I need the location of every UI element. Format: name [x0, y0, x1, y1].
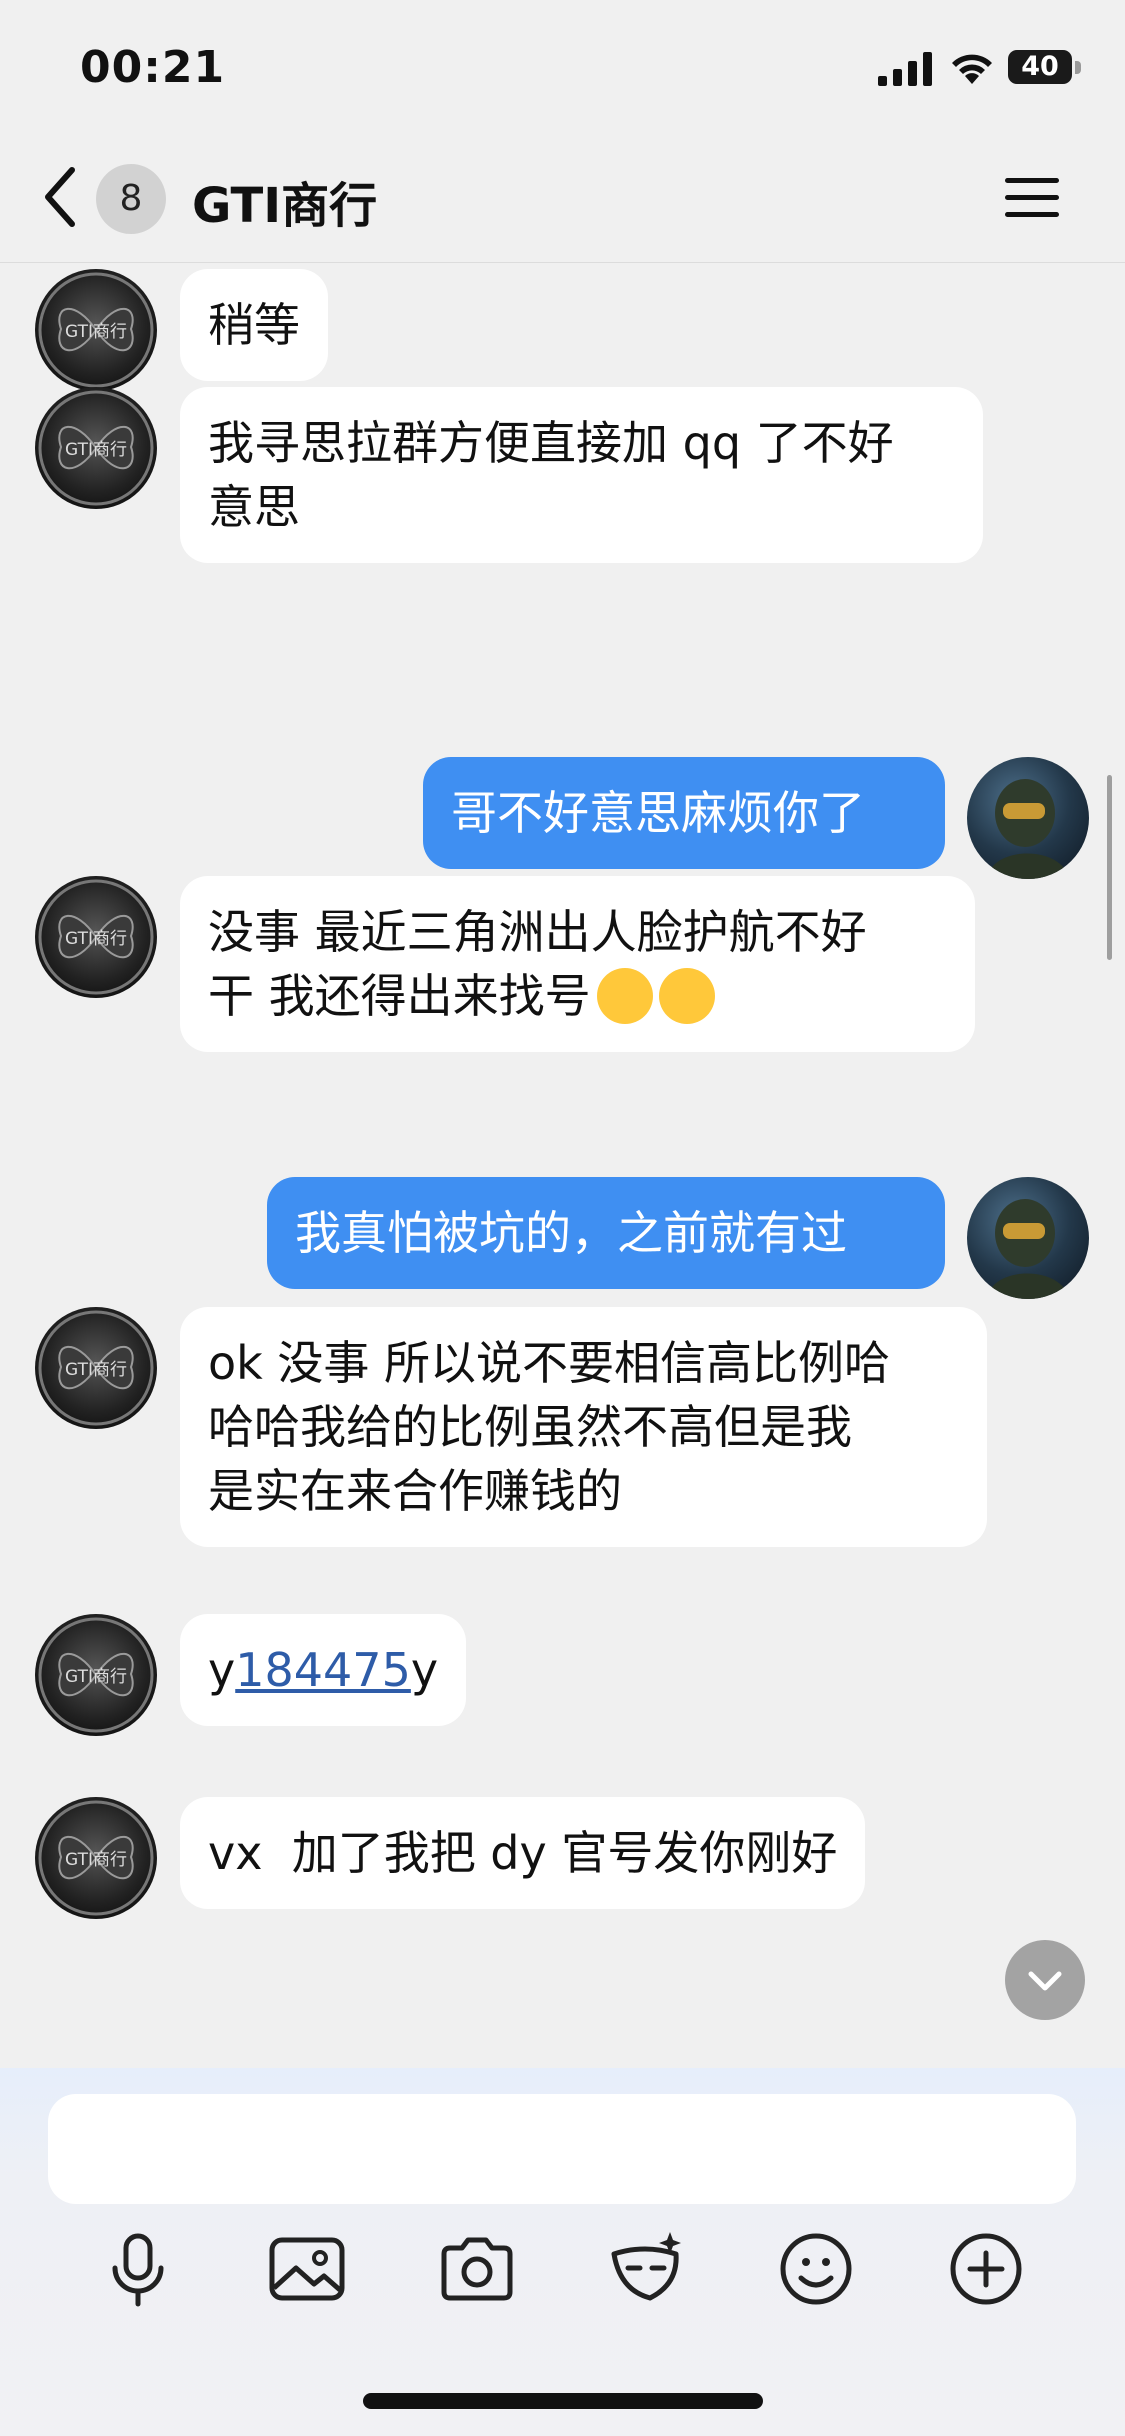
message-text: y	[208, 1643, 236, 1697]
scrollbar[interactable]	[1107, 775, 1112, 960]
butterfly-logo-icon: GTI商行	[38, 390, 154, 506]
message-list[interactable]: GTI商行 稍等 GTI商行 我寻思拉群方便直接加 qq 了不好 意思 哥不好意…	[0, 263, 1125, 2068]
message-bubble[interactable]: 没事 最近三角洲出人脸护航不好 干 我还得出来找号	[180, 876, 975, 1052]
message-bubble[interactable]: y184475y	[180, 1614, 467, 1726]
user-avatar[interactable]	[967, 757, 1089, 879]
contact-avatar[interactable]: GTI商行	[35, 1797, 157, 1919]
contact-avatar[interactable]: GTI商行	[35, 269, 157, 391]
sticker-icon[interactable]	[600, 2224, 690, 2314]
message-bubble-outgoing[interactable]: 我真怕被坑的，之前就有过	[267, 1177, 945, 1289]
message-text: y	[410, 1643, 439, 1697]
mic-icon[interactable]	[93, 2224, 183, 2314]
scroll-to-bottom-button[interactable]	[1005, 1940, 1085, 2020]
contact-avatar[interactable]: GTI商行	[35, 1307, 157, 1429]
chat-header: 8 GTI商行	[0, 130, 1125, 263]
svg-text:GTI商行: GTI商行	[65, 929, 127, 949]
contact-avatar[interactable]: GTI商行	[35, 876, 157, 998]
chevron-down-icon	[1028, 1971, 1062, 1991]
phone-number-link[interactable]: 184475	[235, 1643, 411, 1697]
message-bubble[interactable]: vx 加了我把 dy 官号发你刚好	[180, 1797, 866, 1909]
composer	[0, 2068, 1125, 2436]
home-indicator[interactable]	[363, 2393, 763, 2409]
back-chevron-icon[interactable]	[38, 164, 88, 230]
user-avatar[interactable]	[967, 1177, 1089, 1299]
chat-title: GTI商行	[192, 178, 378, 234]
menu-icon[interactable]	[1003, 174, 1061, 222]
contact-avatar[interactable]: GTI商行	[35, 1614, 157, 1736]
status-time: 00:21	[80, 42, 226, 93]
message-bubble[interactable]: 稍等	[180, 269, 328, 381]
plus-icon[interactable]	[941, 2224, 1031, 2314]
butterfly-logo-icon: GTI商行	[38, 879, 154, 995]
image-icon[interactable]	[262, 2224, 352, 2314]
unread-count-badge[interactable]: 8	[96, 164, 166, 234]
wifi-icon	[952, 54, 992, 84]
svg-text:GTI商行: GTI商行	[65, 1850, 127, 1870]
svg-text:GTI商行: GTI商行	[65, 1667, 127, 1687]
helmet-avatar-icon	[987, 1199, 1069, 1299]
status-bar: 00:21 40	[0, 0, 1125, 130]
butterfly-logo-icon: GTI商行	[38, 1310, 154, 1426]
cellular-signal-icon	[878, 52, 932, 86]
svg-text:GTI商行: GTI商行	[65, 322, 127, 342]
message-bubble[interactable]: ok 没事 所以说不要相信高比例哈 哈哈我给的比例虽然不高但是我 是实在来合作赚…	[180, 1307, 987, 1547]
message-bubble[interactable]: 我寻思拉群方便直接加 qq 了不好 意思	[180, 387, 983, 563]
svg-text:GTI商行: GTI商行	[65, 1360, 127, 1380]
svg-text:GTI商行: GTI商行	[65, 440, 127, 460]
battery-icon: 40	[1008, 50, 1072, 84]
helmet-avatar-icon	[987, 779, 1069, 879]
butterfly-logo-icon: GTI商行	[38, 1800, 154, 1916]
joy-emoji-icon	[658, 967, 715, 1024]
camera-icon[interactable]	[432, 2224, 522, 2314]
battery-cap	[1075, 61, 1081, 74]
emoji-icon[interactable]	[771, 2224, 861, 2314]
battery-level: 40	[1021, 51, 1059, 82]
message-input[interactable]	[48, 2094, 1076, 2204]
contact-avatar[interactable]: GTI商行	[35, 387, 157, 509]
butterfly-logo-icon: GTI商行	[38, 272, 154, 388]
message-text: 没事 最近三角洲出人脸护航不好 干 我还得出来找号	[208, 905, 867, 1023]
message-bubble-outgoing[interactable]: 哥不好意思麻烦你了	[423, 757, 945, 869]
butterfly-logo-icon: GTI商行	[38, 1617, 154, 1733]
joy-emoji-icon	[596, 967, 653, 1024]
